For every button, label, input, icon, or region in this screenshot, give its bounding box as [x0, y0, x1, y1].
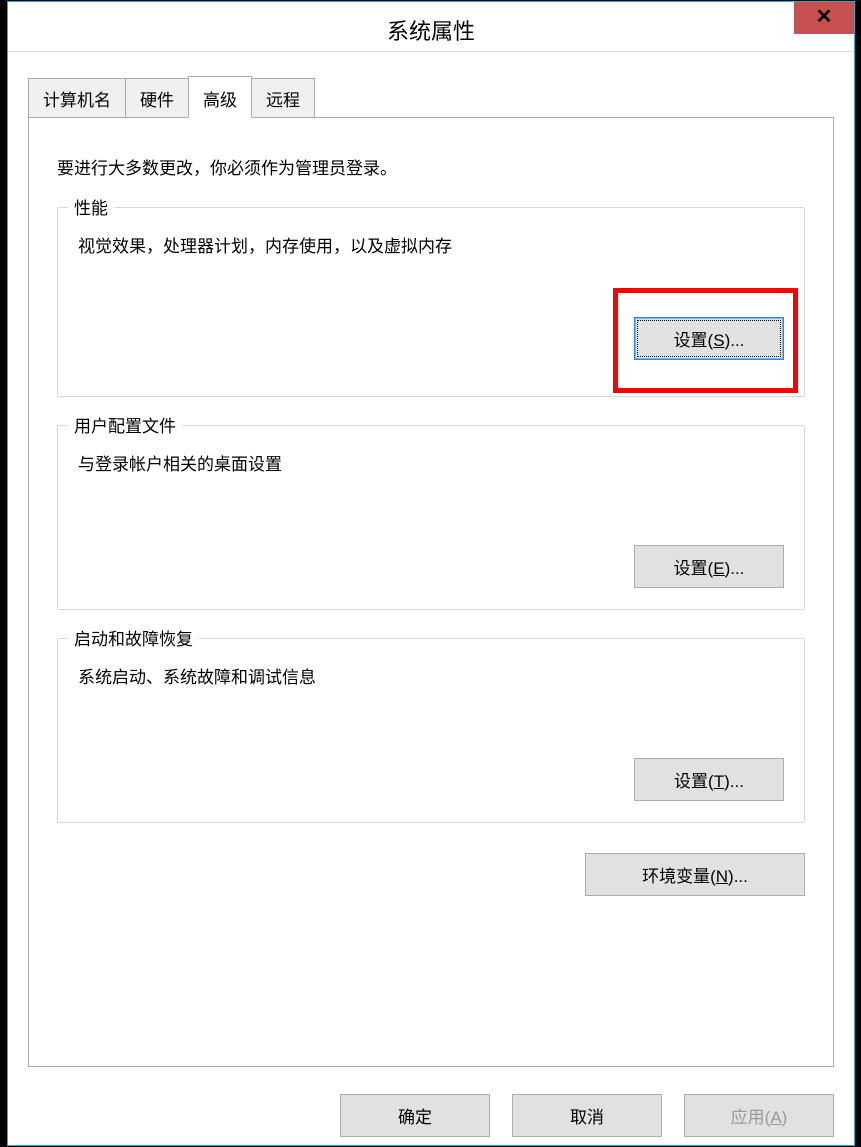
close-button[interactable]: ✕ — [794, 2, 854, 34]
tab-advanced[interactable]: 高级 — [188, 76, 252, 118]
performance-legend: 性能 — [68, 194, 114, 219]
startup-recovery-group: 启动和故障恢复 系统启动、系统故障和调试信息 设置(T)... — [57, 638, 805, 823]
performance-settings-button[interactable]: 设置(S)... — [634, 317, 784, 360]
tab-remote[interactable]: 远程 — [251, 78, 315, 118]
cancel-button[interactable]: 取消 — [512, 1094, 662, 1137]
user-profiles-legend: 用户配置文件 — [68, 412, 182, 437]
performance-button-row: 设置(S)... — [78, 317, 784, 360]
tabstrip: 计算机名 硬件 高级 远程 — [28, 80, 834, 118]
startup-recovery-desc: 系统启动、系统故障和调试信息 — [78, 663, 784, 688]
performance-desc: 视觉效果，处理器计划，内存使用，以及虚拟内存 — [78, 232, 784, 257]
user-profiles-group: 用户配置文件 与登录帐户相关的桌面设置 设置(E)... — [57, 425, 805, 610]
environment-variables-button[interactable]: 环境变量(N)... — [585, 853, 805, 896]
advanced-tab-panel: 要进行大多数更改，你必须作为管理员登录。 性能 视觉效果，处理器计划，内存使用，… — [28, 117, 834, 1067]
user-profiles-button-row: 设置(E)... — [78, 545, 784, 588]
apply-button[interactable]: 应用(A) — [684, 1094, 834, 1137]
window-title: 系统属性 — [8, 14, 854, 46]
startup-recovery-legend: 启动和故障恢复 — [68, 625, 199, 650]
tab-hardware[interactable]: 硬件 — [125, 78, 189, 118]
ok-button[interactable]: 确定 — [340, 1094, 490, 1137]
env-vars-row: 环境变量(N)... — [57, 853, 805, 896]
startup-recovery-button-row: 设置(T)... — [78, 758, 784, 801]
tab-computer-name[interactable]: 计算机名 — [28, 78, 126, 118]
close-icon: ✕ — [816, 6, 833, 28]
titlebar: 系统属性 ✕ — [8, 2, 854, 52]
performance-group: 性能 视觉效果，处理器计划，内存使用，以及虚拟内存 设置(S)... — [57, 207, 805, 397]
system-properties-window: 系统属性 ✕ 计算机名 硬件 高级 远程 要进行大多数更改，你必须作为管理员登录… — [7, 1, 855, 1146]
user-profiles-settings-button[interactable]: 设置(E)... — [634, 545, 784, 588]
dialog-button-row: 确定 取消 应用(A) — [8, 1085, 854, 1145]
user-profiles-desc: 与登录帐户相关的桌面设置 — [78, 450, 784, 475]
admin-required-text: 要进行大多数更改，你必须作为管理员登录。 — [57, 154, 805, 179]
client-area: 计算机名 硬件 高级 远程 要进行大多数更改，你必须作为管理员登录。 性能 视觉… — [8, 52, 854, 1145]
tabs-container: 计算机名 硬件 高级 远程 要进行大多数更改，你必须作为管理员登录。 性能 视觉… — [28, 80, 834, 1067]
startup-recovery-settings-button[interactable]: 设置(T)... — [634, 758, 784, 801]
